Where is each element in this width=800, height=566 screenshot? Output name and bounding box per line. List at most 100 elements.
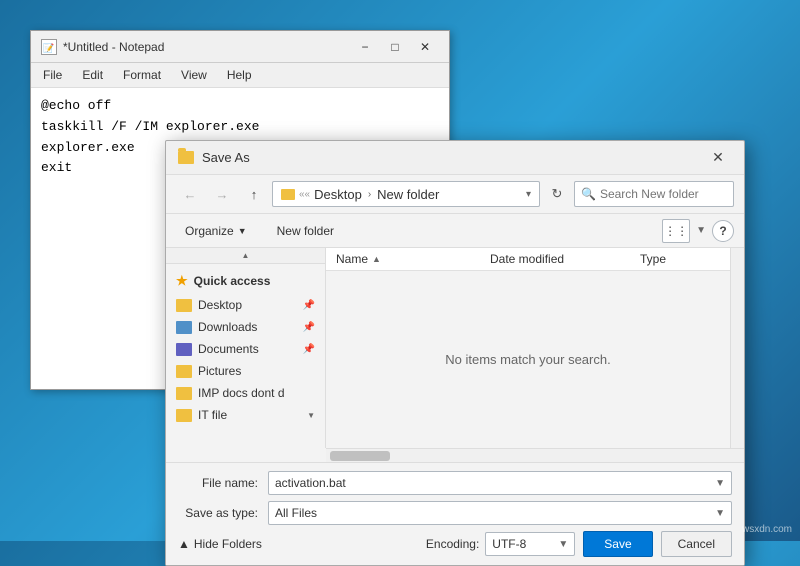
quick-access-label: Quick access: [194, 274, 271, 288]
encoding-label: Encoding:: [426, 537, 479, 551]
up-btn[interactable]: ↑: [240, 182, 268, 206]
menu-view[interactable]: View: [177, 66, 211, 84]
search-icon: 🔍: [581, 187, 596, 201]
dialog-toolbar: ← → ↑ «« Desktop › New folder ▾ ↻ 🔍: [166, 175, 744, 214]
notepad-close-btn[interactable]: ✕: [411, 37, 439, 57]
savetype-arrow: ▼: [715, 508, 725, 519]
desktop-folder-icon: [176, 299, 192, 312]
scroll-up-arrow: ▲: [242, 251, 250, 260]
nav-downloads-label: Downloads: [198, 320, 257, 334]
savetype-row: Save as type: All Files ▼: [178, 501, 732, 525]
notepad-minimize-btn[interactable]: −: [351, 37, 379, 57]
nav-scroll-down-indicator: ▼: [307, 411, 315, 420]
menu-file[interactable]: File: [39, 66, 66, 84]
filename-dropdown-arrow: ▼: [715, 478, 725, 489]
dialog-close-btn[interactable]: ✕: [704, 146, 732, 170]
nav-pictures-label: Pictures: [198, 364, 241, 378]
dialog-main: ▲ ★ Quick access Desktop 📌 Downloads 📌: [166, 248, 744, 448]
dialog-titlebar: Save As ✕: [166, 141, 744, 175]
star-icon: ★: [176, 273, 188, 289]
it-file-folder-icon: [176, 409, 192, 422]
hide-folders-chevron: ▲: [178, 537, 190, 551]
col-header-name[interactable]: Name ▲: [336, 252, 490, 266]
dialog-title: Save As: [202, 150, 250, 165]
hide-folders-btn[interactable]: ▲ Hide Folders: [178, 537, 262, 551]
col-header-type[interactable]: Type: [640, 252, 720, 266]
file-empty-message: No items match your search.: [326, 271, 730, 448]
menu-edit[interactable]: Edit: [78, 66, 107, 84]
type-col-label: Type: [640, 252, 666, 266]
filename-row: File name: ▼: [178, 471, 732, 495]
search-input[interactable]: [600, 187, 727, 201]
pin-icon-documents: 📌: [303, 344, 315, 355]
nav-item-documents[interactable]: Documents 📌: [166, 338, 325, 360]
encoding-arrow: ▼: [558, 539, 568, 550]
nav-panel-container: ▲ ★ Quick access Desktop 📌 Downloads 📌: [166, 248, 326, 448]
address-bar[interactable]: «« Desktop › New folder ▾: [272, 181, 540, 207]
nav-item-downloads[interactable]: Downloads 📌: [166, 316, 325, 338]
encoding-row: Encoding: UTF-8 ▼: [426, 532, 575, 556]
back-btn[interactable]: ←: [176, 182, 204, 206]
address-dropdown-arrow[interactable]: ▾: [526, 189, 531, 200]
nav-item-imp-docs[interactable]: IMP docs dont d: [166, 382, 325, 404]
organize-label: Organize: [185, 224, 234, 238]
new-folder-btn[interactable]: New folder: [268, 220, 343, 242]
refresh-btn[interactable]: ↻: [544, 181, 570, 207]
date-col-label: Date modified: [490, 252, 564, 266]
forward-btn[interactable]: →: [208, 182, 236, 206]
help-btn[interactable]: ?: [712, 220, 734, 242]
sort-asc-icon: ▲: [372, 254, 381, 264]
notepad-app-icon: 📝: [41, 39, 57, 55]
documents-folder-icon: [176, 343, 192, 356]
organize-btn[interactable]: Organize ▼: [176, 220, 256, 242]
scroll-up-area: ▲: [166, 248, 325, 264]
breadcrumb-chevron: ›: [368, 189, 371, 200]
save-button[interactable]: Save: [583, 531, 652, 557]
col-header-date[interactable]: Date modified: [490, 252, 640, 266]
view-dropdown-arrow[interactable]: ▼: [696, 225, 706, 236]
footer-right: Encoding: UTF-8 ▼ Save Cancel: [426, 531, 732, 557]
horizontal-scrollbar[interactable]: [326, 448, 744, 462]
search-bar[interactable]: 🔍: [574, 181, 734, 207]
cancel-button[interactable]: Cancel: [661, 531, 732, 557]
savetype-dropdown[interactable]: All Files ▼: [268, 501, 732, 525]
command-bar: Organize ▼ New folder ⋮⋮ ▼ ?: [166, 214, 744, 248]
nav-documents-label: Documents: [198, 342, 259, 356]
downloads-folder-icon: [176, 321, 192, 334]
file-list-scrollbar[interactable]: [730, 248, 744, 448]
filename-input[interactable]: [275, 476, 715, 490]
nav-imp-docs-label: IMP docs dont d: [198, 386, 285, 400]
savetype-label: Save as type:: [178, 506, 268, 520]
organize-chevron: ▼: [238, 226, 247, 236]
nav-panel: ★ Quick access Desktop 📌 Downloads 📌 Doc…: [166, 264, 326, 430]
footer-row: ▲ Hide Folders Encoding: UTF-8 ▼ Save Ca…: [178, 531, 732, 557]
notepad-maximize-btn[interactable]: □: [381, 37, 409, 57]
new-folder-label: New folder: [277, 224, 334, 238]
save-as-dialog: Save As ✕ ← → ↑ «« Desktop › New folder …: [165, 140, 745, 566]
scrollbar-thumb: [330, 451, 390, 461]
menu-help[interactable]: Help: [223, 66, 256, 84]
file-header: Name ▲ Date modified Type: [326, 248, 730, 271]
address-part1: Desktop: [314, 187, 362, 202]
menu-format[interactable]: Format: [119, 66, 165, 84]
nav-quick-access[interactable]: ★ Quick access: [166, 268, 325, 294]
hide-folders-label: Hide Folders: [194, 537, 262, 551]
nav-item-pictures[interactable]: Pictures: [166, 360, 325, 382]
view-toggle-btn[interactable]: ⋮⋮: [662, 219, 690, 243]
notepad-titlebar: 📝 *Untitled - Notepad − □ ✕: [31, 31, 449, 63]
imp-docs-folder-icon: [176, 387, 192, 400]
address-part2: New folder: [377, 187, 439, 202]
address-folder-icon: [281, 189, 295, 200]
pin-icon-downloads: 📌: [303, 322, 315, 333]
pin-icon-desktop: 📌: [303, 300, 315, 311]
empty-text: No items match your search.: [445, 352, 610, 367]
name-col-label: Name: [336, 252, 368, 266]
notepad-menu: File Edit Format View Help: [31, 63, 449, 88]
pictures-folder-icon: [176, 365, 192, 378]
encoding-dropdown[interactable]: UTF-8 ▼: [485, 532, 575, 556]
dialog-folder-icon: [178, 151, 194, 164]
nav-item-it-file[interactable]: IT file ▼: [166, 404, 325, 426]
filename-input-wrapper[interactable]: ▼: [268, 471, 732, 495]
nav-item-desktop[interactable]: Desktop 📌: [166, 294, 325, 316]
address-separator1: ««: [299, 189, 310, 200]
